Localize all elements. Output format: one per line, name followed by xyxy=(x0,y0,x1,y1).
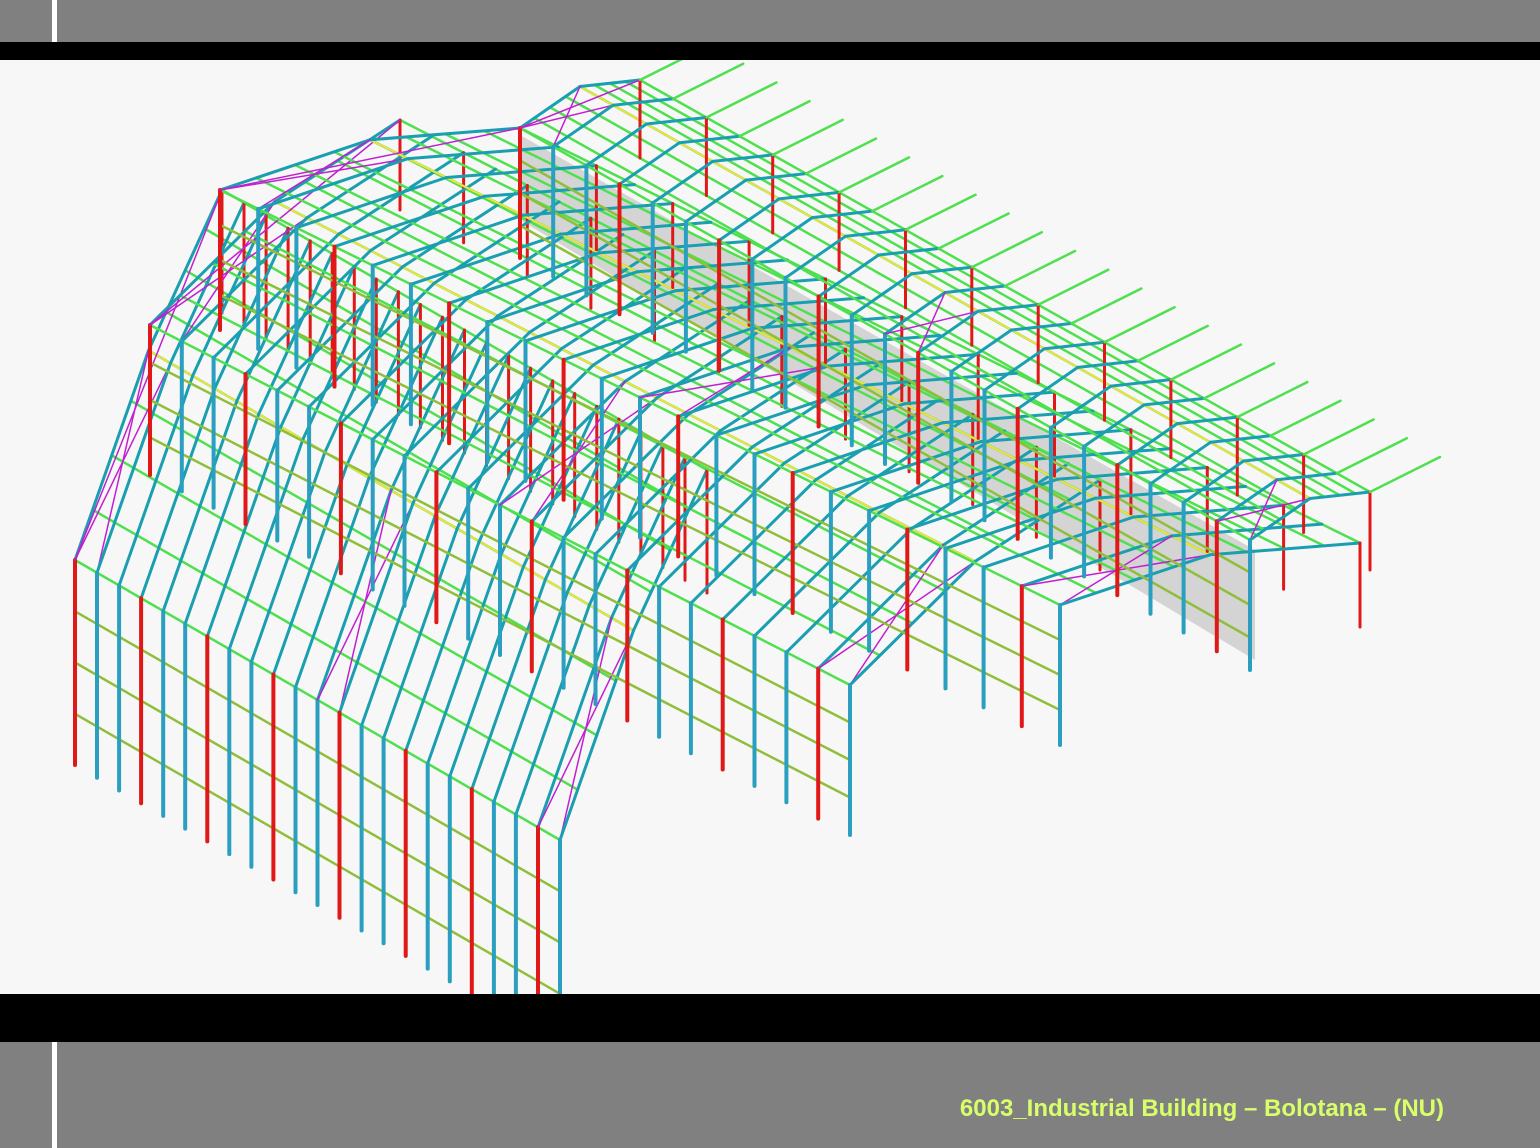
rafter xyxy=(279,264,356,429)
canopy-arm xyxy=(1269,399,1342,438)
top-black-bar xyxy=(0,42,1540,60)
rafter xyxy=(562,412,691,540)
project-caption: 6003_Industrial Building – Bolotana – (N… xyxy=(959,1095,1444,1122)
roof-bracing xyxy=(96,349,150,574)
rafter xyxy=(750,216,814,261)
canopy-arm xyxy=(1236,380,1309,419)
canopy-arm xyxy=(1070,287,1143,325)
rafter xyxy=(1049,384,1113,430)
canopy-arm xyxy=(1202,362,1276,400)
canopy-arm xyxy=(1036,268,1110,306)
canopy-arm xyxy=(1335,437,1409,475)
rafter xyxy=(625,445,754,572)
rafter xyxy=(543,417,621,582)
canopy-arm xyxy=(804,137,878,175)
canopy-arm xyxy=(671,62,745,100)
rafter xyxy=(717,197,781,242)
rafter xyxy=(147,188,224,352)
canopy-arm xyxy=(970,231,1044,269)
model-viewport[interactable] xyxy=(0,60,1540,994)
canopy-arm xyxy=(1302,418,1375,456)
canopy-arm xyxy=(1003,249,1077,288)
canopy-arm xyxy=(1103,305,1176,344)
rafter xyxy=(1016,365,1080,411)
top-band-notch xyxy=(52,0,57,42)
rafter xyxy=(784,234,847,280)
roof-bracing xyxy=(257,139,371,210)
canopy-arm xyxy=(738,99,811,138)
canopy-arm xyxy=(771,118,844,157)
rafter xyxy=(784,527,913,654)
steel-frame-3d-model[interactable] xyxy=(0,60,1540,994)
rafter xyxy=(305,134,434,220)
rafter xyxy=(684,178,748,224)
canopy-arm xyxy=(638,60,683,82)
rafter xyxy=(409,232,563,286)
canopy-arm xyxy=(837,156,911,194)
canopy-arm xyxy=(1169,343,1243,381)
bottom-band-notch xyxy=(52,1042,57,1148)
rafter xyxy=(618,141,681,186)
canopy-arm xyxy=(937,212,1010,250)
canopy-arm xyxy=(705,81,778,119)
rafter xyxy=(850,272,914,317)
rafter xyxy=(753,510,881,638)
bottom-black-bar xyxy=(0,994,1540,1042)
roof-bracing xyxy=(338,489,392,714)
canopy-arm xyxy=(904,193,977,232)
rafter xyxy=(294,176,448,230)
rafter xyxy=(521,404,599,569)
canopy-arm xyxy=(1368,455,1442,494)
rafter xyxy=(651,159,715,205)
top-frame-band xyxy=(0,0,1540,42)
rafter xyxy=(584,122,648,167)
canopy-arm xyxy=(1136,324,1209,363)
canopy-arm xyxy=(871,174,944,213)
